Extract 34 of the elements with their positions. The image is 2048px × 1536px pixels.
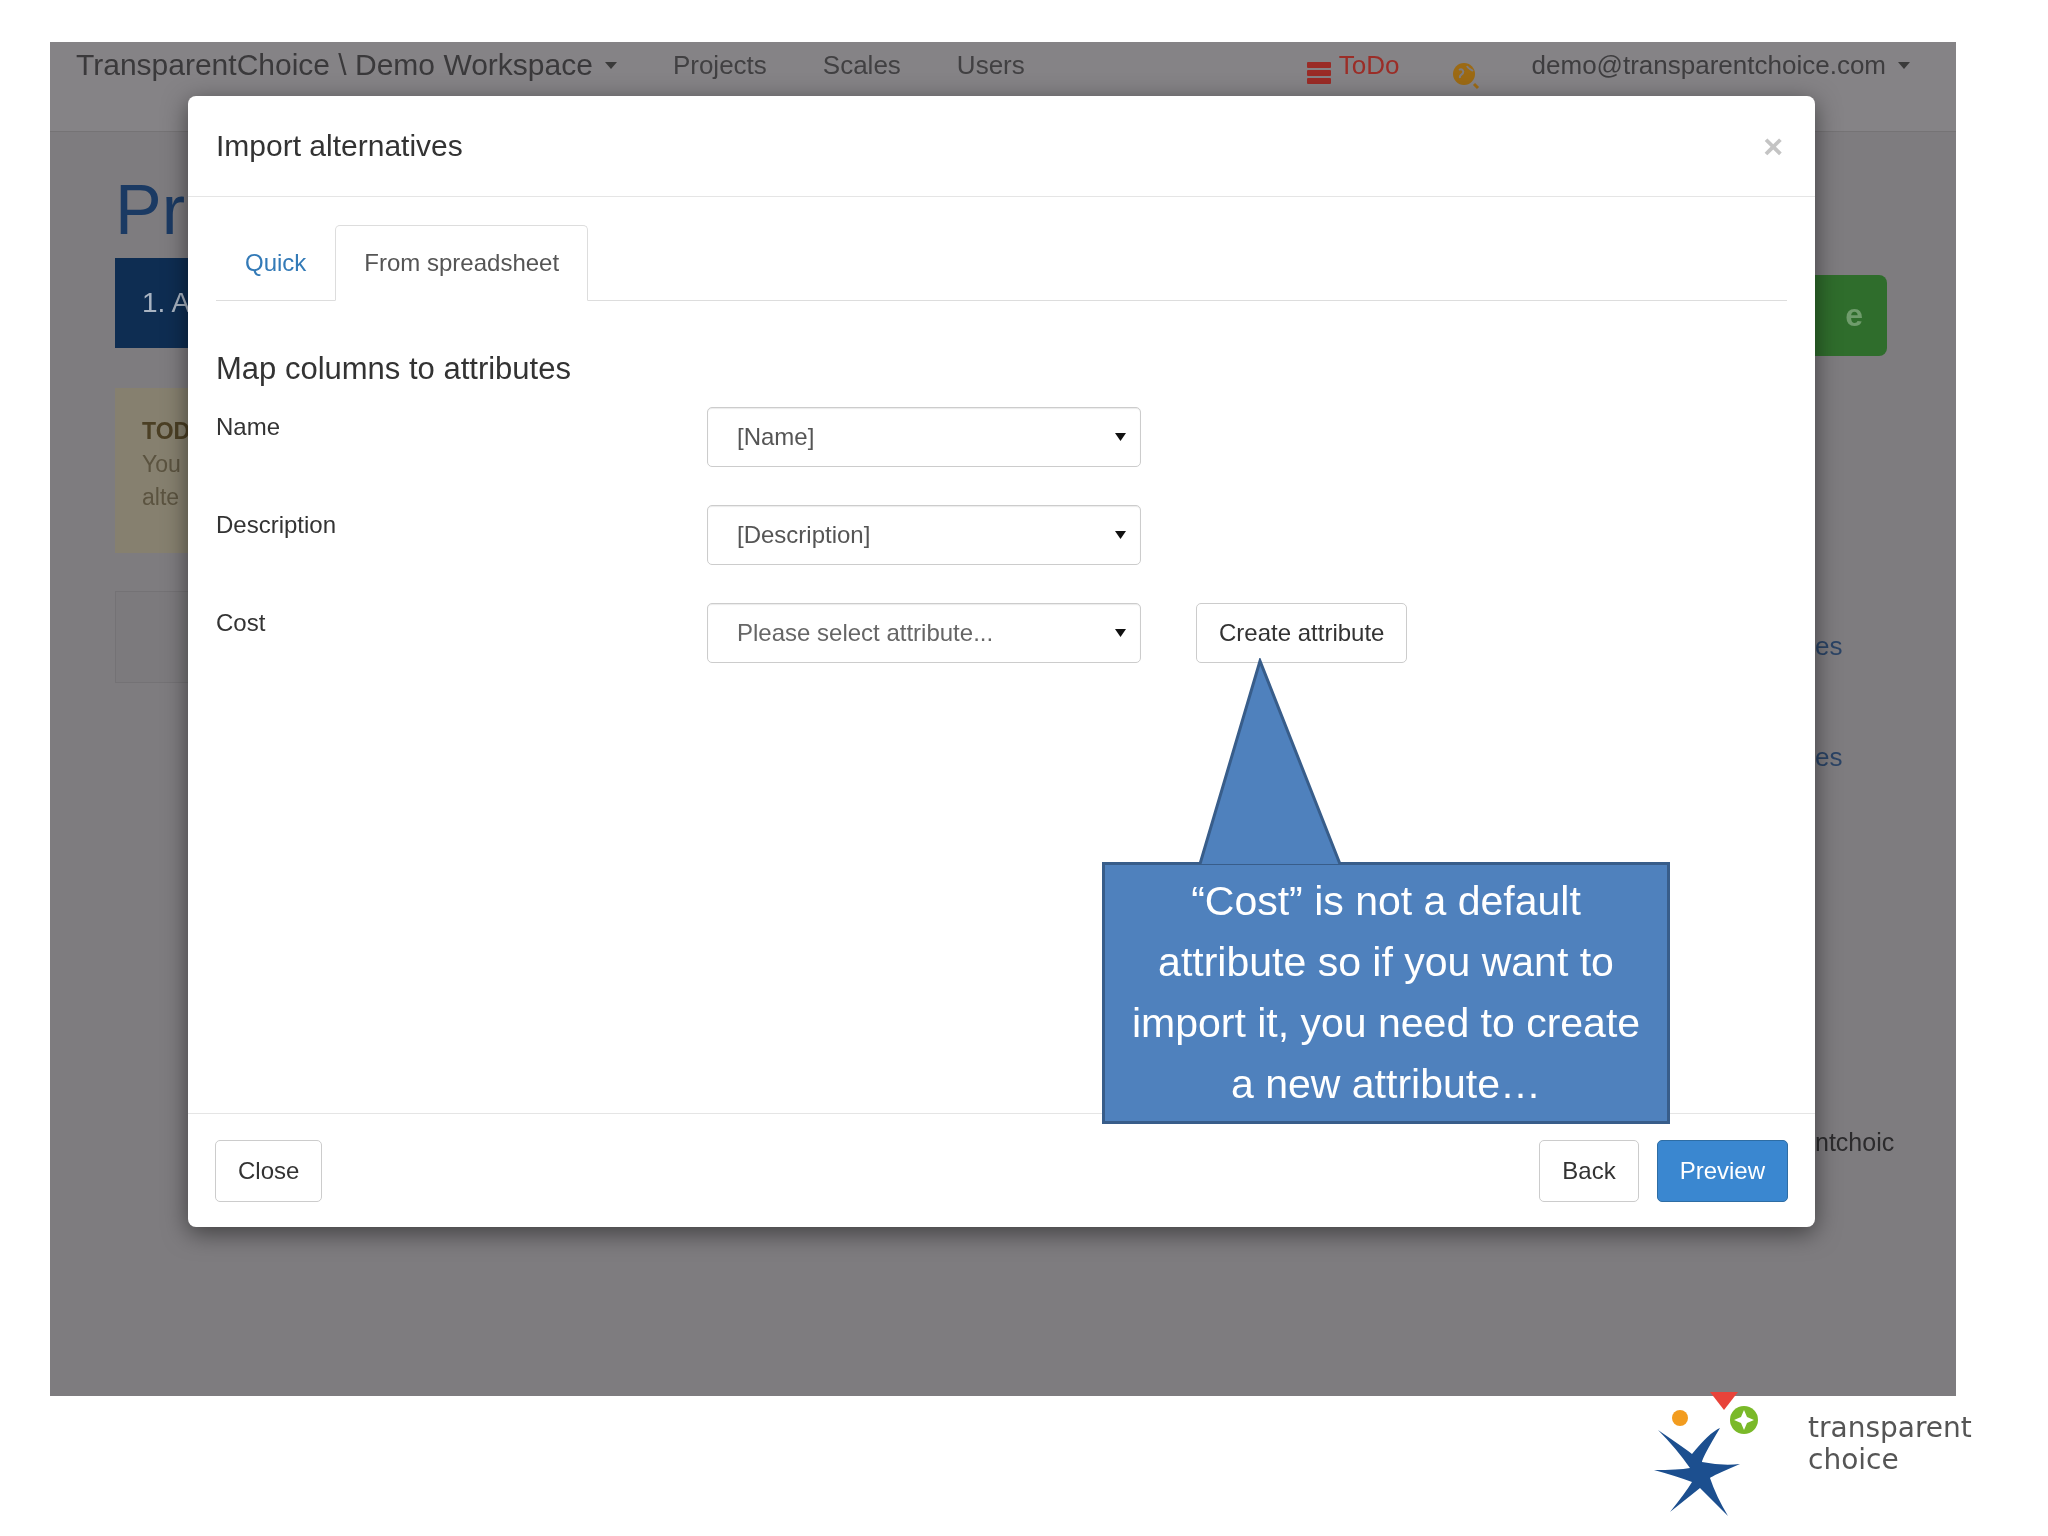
footer-button[interactable]: Back (1539, 1139, 1639, 1202)
caret-icon (1115, 531, 1126, 539)
tab[interactable]: Quick (216, 225, 336, 301)
close-dialog-button[interactable]: Close (215, 1139, 323, 1202)
footer-text: ntchoic (1815, 1128, 1895, 1157)
nav-link[interactable]: Scales (822, 50, 901, 81)
footer-button[interactable]: Preview (1656, 1139, 1788, 1202)
modal-title: Import alternatives (216, 129, 464, 163)
workspace-menu[interactable]: TransparentChoice \ Demo Workspace (76, 48, 593, 82)
field-label: Description (216, 510, 338, 539)
caret-icon (1898, 62, 1910, 69)
caret-icon (604, 62, 617, 69)
link[interactable]: es (1815, 742, 1843, 773)
page-heading: Pr (115, 170, 185, 250)
caret-icon (1115, 629, 1126, 637)
logo-text: transparent choice (1808, 1412, 1973, 1476)
nav-link[interactable]: Projects (672, 50, 767, 81)
select-field[interactable]: [Name] (707, 407, 1141, 467)
caret-icon (1115, 433, 1126, 441)
user-menu[interactable]: demo@transparentchoice.com (1531, 50, 1886, 81)
tab[interactable]: From spreadsheet (335, 225, 589, 301)
field-label: Cost (216, 608, 267, 637)
link[interactable]: es (1815, 631, 1843, 662)
select-field[interactable]: Please select attribute... (707, 603, 1141, 663)
select-field[interactable]: [Description] (707, 505, 1141, 565)
nav-link[interactable]: Users (956, 50, 1025, 81)
list-icon (1306, 62, 1331, 84)
section-title: Map columns to attributes (216, 351, 572, 387)
todo-title: TOD (142, 418, 188, 445)
field-label: Name (216, 412, 282, 441)
action-button[interactable]: e (1815, 275, 1887, 356)
create-attribute-button[interactable]: Create attribute (1196, 603, 1408, 663)
todo-link[interactable]: ToDo (1338, 50, 1400, 81)
close-button[interactable]: × (1759, 129, 1787, 163)
